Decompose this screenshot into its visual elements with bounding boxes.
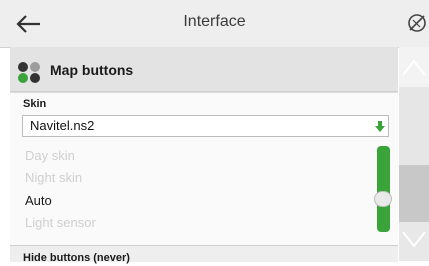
chevron-up-icon xyxy=(402,59,426,76)
scrollbar-thumb[interactable] xyxy=(399,165,429,222)
skin-slider-handle[interactable] xyxy=(374,191,392,207)
scroll-up-button[interactable] xyxy=(399,47,429,87)
no-location-button[interactable] xyxy=(406,12,428,34)
scrollbar-track[interactable] xyxy=(399,87,429,165)
skin-dropdown-value: Navitel.ns2 xyxy=(30,118,95,133)
hide-buttons-label: Hide buttons (never) xyxy=(23,252,130,264)
page-title: Interface xyxy=(183,13,246,30)
option-auto[interactable]: Auto xyxy=(25,193,52,208)
scroll-down-button[interactable] xyxy=(399,222,429,261)
option-night-skin[interactable]: Night skin xyxy=(25,170,82,185)
option-light-sensor[interactable]: Light sensor xyxy=(25,215,96,230)
dropdown-arrow-icon xyxy=(375,120,385,132)
skin-label: Skin xyxy=(23,98,47,110)
option-day-skin[interactable]: Day skin xyxy=(25,148,75,163)
no-location-icon xyxy=(408,14,426,32)
section-title: Map buttons xyxy=(50,62,134,78)
map-buttons-icon xyxy=(16,60,44,84)
skin-slider-track[interactable] xyxy=(377,146,390,232)
chevron-down-icon xyxy=(402,231,426,248)
